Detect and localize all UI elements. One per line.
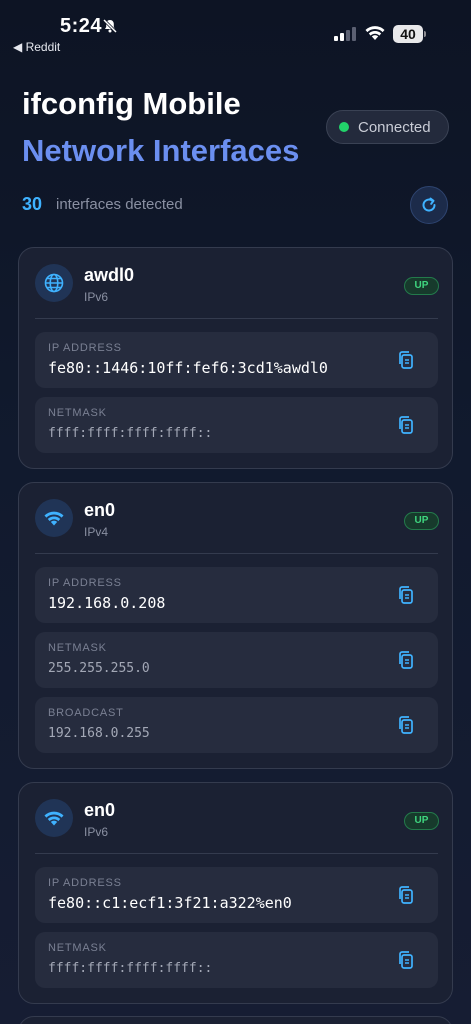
wifi-status-icon (364, 24, 386, 46)
field-label: IP ADDRESS (48, 877, 122, 889)
status-badge: UP (404, 512, 439, 530)
interface-name: en0 (84, 800, 116, 820)
interface-card-en0-ipv6[interactable]: en0 IPv6 UP IP ADDRESS fe80::c1:ecf1:3f2… (18, 782, 453, 1004)
battery-tip (424, 31, 426, 37)
copy-icon[interactable] (395, 884, 417, 906)
interface-family: IPv4 (84, 525, 109, 539)
interface-family: IPv6 (84, 825, 109, 839)
refresh-icon (422, 197, 436, 212)
copy-icon[interactable] (395, 414, 417, 436)
battery-icon: 40 (393, 25, 423, 43)
field-value: 255.255.255.0 (48, 661, 150, 676)
copy-icon[interactable] (395, 649, 417, 671)
status-bar: 5:24 ◀ Reddit 40 (0, 0, 471, 60)
wifi-icon (35, 799, 73, 837)
field-label: NETMASK (48, 942, 107, 954)
divider (35, 853, 438, 854)
netmask-field: NETMASK 255.255.255.0 (35, 632, 438, 688)
ip-address-field: IP ADDRESS 192.168.0.208 (35, 567, 438, 623)
interface-card-awdl0[interactable]: awdl0 IPv6 UP IP ADDRESS fe80::1446:10ff… (18, 247, 453, 469)
field-value: fe80::1446:10ff:fef6:3cd1%awdl0 (48, 359, 328, 377)
divider (35, 318, 438, 319)
status-badge: UP (404, 277, 439, 295)
status-badge: UP (404, 812, 439, 830)
netmask-field: NETMASK ffff:ffff:ffff:ffff:: (35, 932, 438, 988)
globe-icon (35, 264, 73, 302)
field-value: ffff:ffff:ffff:ffff:: (48, 961, 213, 976)
netmask-field: NETMASK ffff:ffff:ffff:ffff:: (35, 397, 438, 453)
field-label: BROADCAST (48, 707, 124, 719)
cellular-signal-icon (334, 27, 356, 41)
copy-icon[interactable] (395, 714, 417, 736)
wifi-icon (35, 499, 73, 537)
ip-address-field: IP ADDRESS fe80::c1:ecf1:3f21:a322%en0 (35, 867, 438, 923)
card-header: awdl0 IPv6 UP (19, 248, 452, 318)
interface-card-partial[interactable] (18, 1016, 453, 1024)
field-label: IP ADDRESS (48, 577, 122, 589)
interface-count-label: interfaces detected (56, 196, 183, 213)
broadcast-field: BROADCAST 192.168.0.255 (35, 697, 438, 753)
field-label: NETMASK (48, 407, 107, 419)
field-label: IP ADDRESS (48, 342, 122, 354)
interface-count: 30 (22, 194, 43, 214)
field-value: fe80::c1:ecf1:3f21:a322%en0 (48, 894, 292, 912)
bell-muted-icon (102, 18, 118, 39)
field-value: 192.168.0.255 (48, 726, 150, 741)
back-to-app-link[interactable]: ◀ Reddit (13, 40, 60, 54)
interface-family: IPv6 (84, 290, 109, 304)
card-header: en0 IPv6 UP (19, 783, 452, 853)
card-header: en0 IPv4 UP (19, 483, 452, 553)
page-subtitle: Network Interfaces (22, 133, 300, 168)
field-value: 192.168.0.208 (48, 594, 166, 612)
interface-card-en0-ipv4[interactable]: en0 IPv4 UP IP ADDRESS 192.168.0.208 NET… (18, 482, 453, 769)
copy-icon[interactable] (395, 584, 417, 606)
ip-address-field: IP ADDRESS fe80::1446:10ff:fef6:3cd1%awd… (35, 332, 438, 388)
refresh-button[interactable] (410, 186, 448, 224)
copy-icon[interactable] (395, 349, 417, 371)
connected-dot-icon (339, 122, 349, 132)
divider (35, 553, 438, 554)
field-value: ffff:ffff:ffff:ffff:: (48, 426, 213, 441)
connection-status-badge: Connected (326, 110, 449, 144)
app-title: ifconfig Mobile (22, 86, 241, 121)
field-label: NETMASK (48, 642, 107, 654)
status-time: 5:24 (60, 15, 103, 37)
copy-icon[interactable] (395, 949, 417, 971)
interface-name: awdl0 (84, 265, 135, 285)
connection-status-label: Connected (358, 118, 431, 136)
interface-name: en0 (84, 500, 116, 520)
